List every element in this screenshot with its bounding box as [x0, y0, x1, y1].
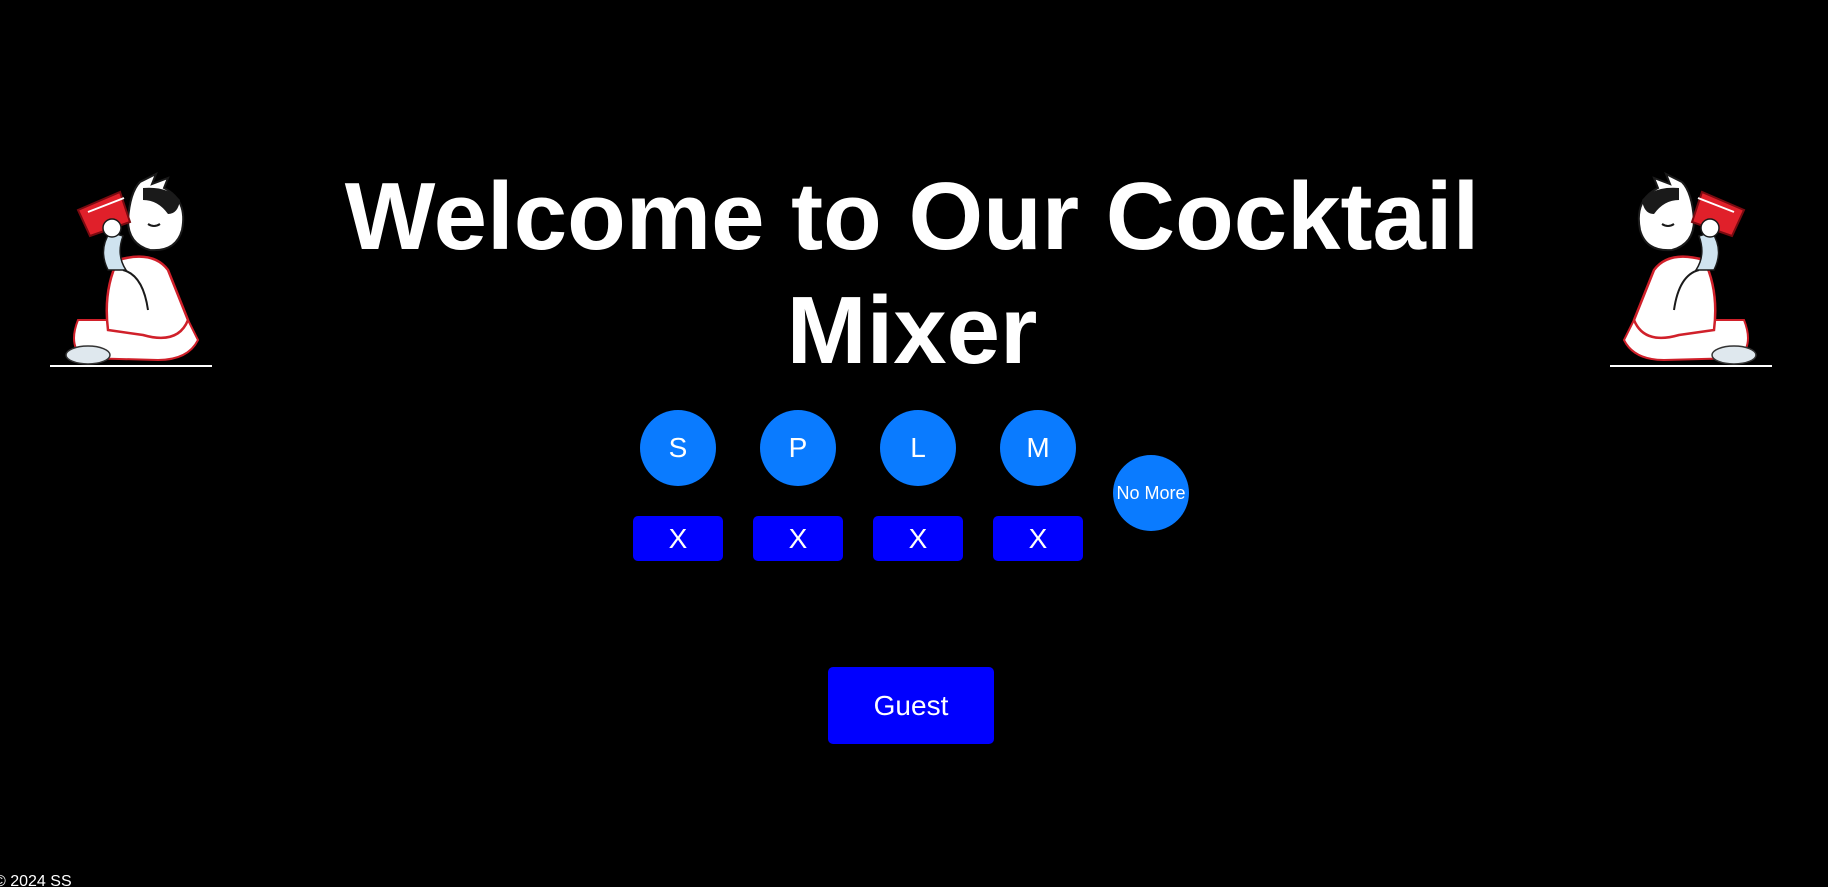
- remove-button-l[interactable]: X: [873, 516, 963, 561]
- remove-button-s[interactable]: X: [633, 516, 723, 561]
- mixer-button-s[interactable]: S: [640, 410, 716, 486]
- guest-button[interactable]: Guest: [828, 667, 994, 744]
- page: Welcome to Our Cocktail Mixer S P L M No…: [0, 0, 1828, 887]
- mixer-button-p[interactable]: P: [760, 410, 836, 486]
- remove-button-p[interactable]: X: [753, 516, 843, 561]
- page-title: Welcome to Our Cocktail Mixer: [344, 163, 1480, 384]
- no-more-button[interactable]: No More: [1113, 455, 1189, 531]
- boy-drinking-cup-icon: [1608, 170, 1774, 370]
- remove-button-m[interactable]: X: [993, 516, 1083, 561]
- mixer-button-l[interactable]: L: [880, 410, 956, 486]
- boy-drinking-cup-icon: [48, 170, 214, 370]
- mixer-button-m[interactable]: M: [1000, 410, 1076, 486]
- footer-copyright: © 2024 SS: [0, 873, 72, 887]
